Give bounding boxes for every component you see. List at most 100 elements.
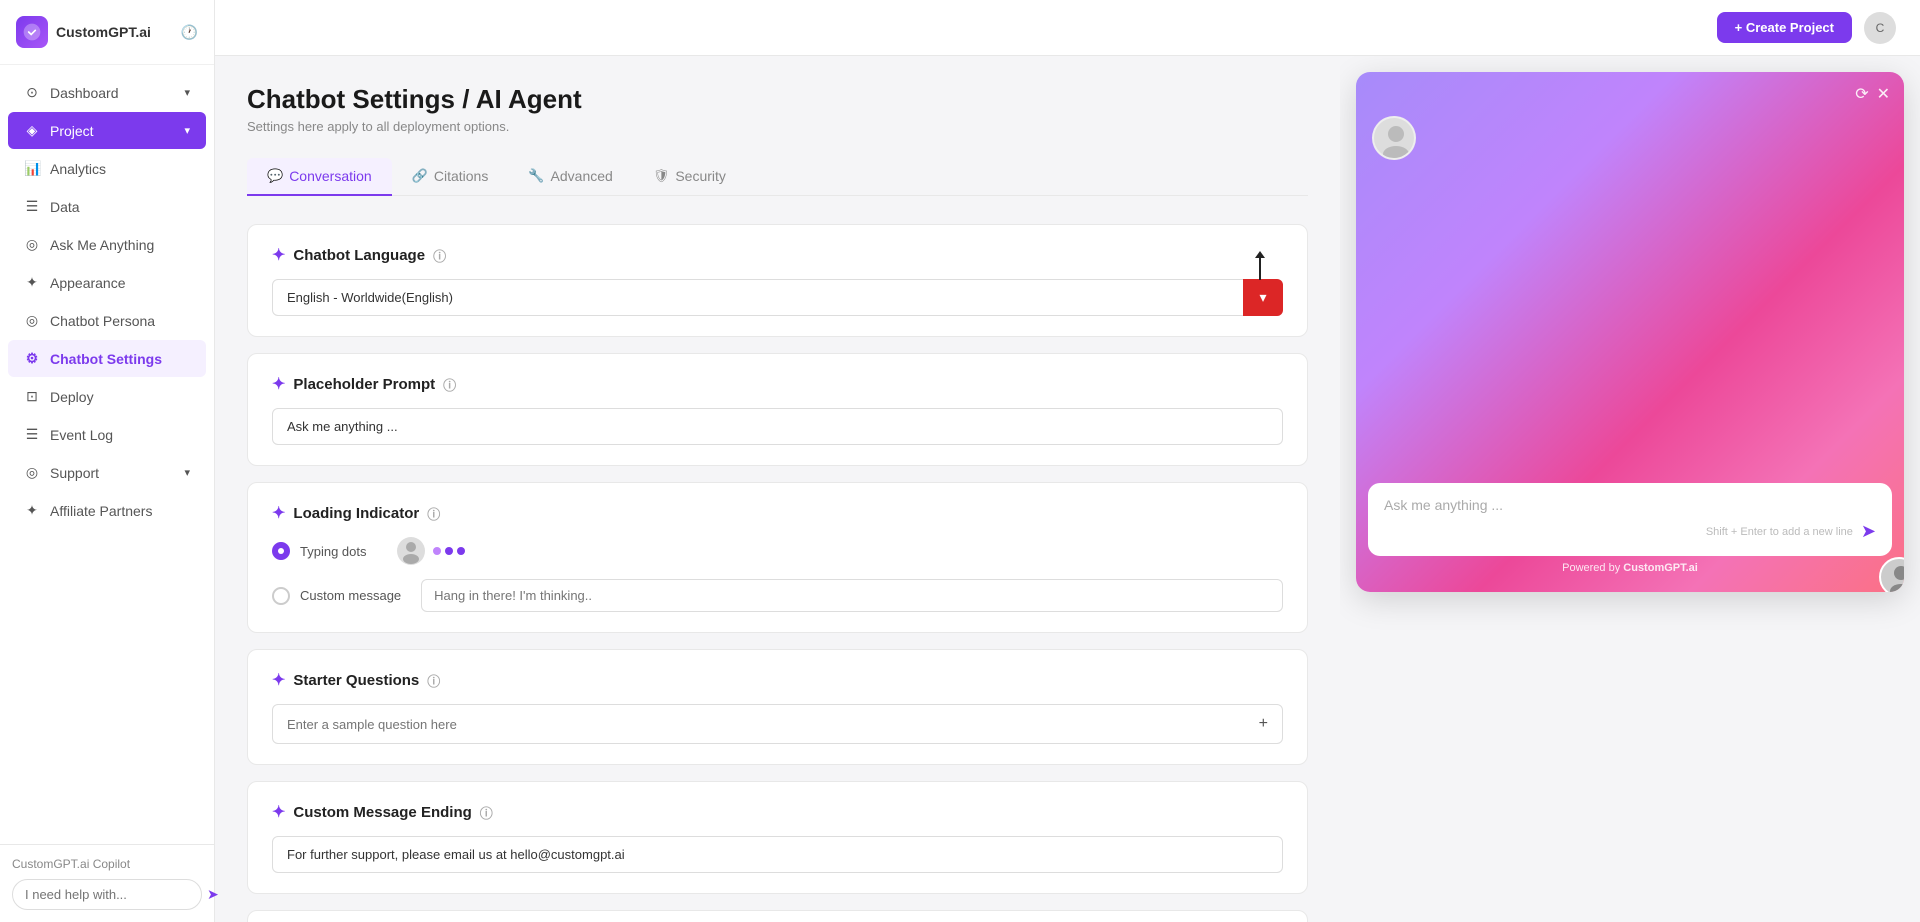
info-icon[interactable]: ⓘ [443,375,456,394]
tab-label: Advanced [551,168,613,184]
tabs: 💬 Conversation 🔗 Citations 🔧 Advanced 🛡 … [247,158,1308,196]
sidebar-item-label: Ask Me Anything [50,237,154,253]
analytics-icon: 📊 [24,160,40,177]
sidebar-item-chatbot-persona[interactable]: ◎ Chatbot Persona [8,302,206,339]
data-icon: ☰ [24,198,40,215]
sidebar-item-dashboard[interactable]: ⊙ Dashboard ▾ [8,74,206,111]
error-message-section: ✦ Error Message ⓘ [247,910,1308,922]
sidebar-item-event-log[interactable]: ☰ Event Log [8,416,206,453]
starter-question-wrap: + [272,704,1283,744]
sidebar-item-deploy[interactable]: ⊡ Deploy [8,378,206,415]
input-hint: Shift + Enter to add a new line [1706,526,1853,538]
ask-icon: ◎ [24,236,40,253]
tab-advanced[interactable]: 🔧 Advanced [508,158,632,196]
tab-security[interactable]: 🛡 Security [633,158,746,196]
info-icon[interactable]: ⓘ [433,246,446,265]
sidebar-item-label: Data [50,199,80,215]
affiliate-icon: ✦ [24,502,40,519]
sidebar-item-chatbot-settings[interactable]: ⚙ Chatbot Settings [8,340,206,377]
section-header: ✦ Custom Message Ending ⓘ [272,802,1283,822]
persona-icon: ◎ [24,312,40,329]
tab-label: Citations [434,168,488,184]
preview-panel: ⟳ ✕ Ask me anything ... Shift + Enter to… [1340,56,1920,922]
section-title: Chatbot Language [293,247,425,264]
appearance-icon: ✦ [24,274,40,291]
sidebar: CustomGPT.ai 🕐 ⊙ Dashboard ▾ ◈ Project ▾… [0,0,215,922]
sidebar-item-label: Event Log [50,427,113,443]
dashboard-icon: ⊙ [24,84,40,101]
copilot-input-wrap: ➤ [12,879,202,910]
sidebar-item-appearance[interactable]: ✦ Appearance [8,264,206,301]
copilot-input[interactable] [25,887,201,902]
support-icon: ◎ [24,464,40,481]
sidebar-item-data[interactable]: ☰ Data [8,188,206,225]
info-icon[interactable]: ⓘ [480,803,493,822]
send-button-preview[interactable]: ➤ [1861,521,1876,542]
chat-input-box: Ask me anything ... Shift + Enter to add… [1368,483,1892,556]
sidebar-item-label: Deploy [50,389,94,405]
starter-question-input[interactable] [287,717,1259,732]
security-tab-icon: 🛡 [653,168,670,184]
custom-message-ending-input[interactable] [272,836,1283,873]
sparkle-icon: ✦ [272,374,285,394]
sidebar-item-label: Support [50,465,99,481]
tab-citations[interactable]: 🔗 Citations [392,158,509,196]
sidebar-nav: ⊙ Dashboard ▾ ◈ Project ▾ 📊 Analytics ☰ … [0,65,214,844]
sidebar-item-label: Affiliate Partners [50,503,152,519]
avatar-preview [397,537,425,565]
sidebar-item-affiliate-partners[interactable]: ✦ Affiliate Partners [8,492,206,529]
refresh-icon[interactable]: ⟳ [1855,84,1868,104]
chat-input-footer: Shift + Enter to add a new line ➤ [1384,521,1876,542]
settings-icon: ⚙ [24,350,40,367]
typing-dots-label: Typing dots [300,544,367,559]
placeholder-prompt-input[interactable] [272,408,1283,445]
sidebar-item-label: Analytics [50,161,106,177]
language-select-wrapper: English - Worldwide(English) ▾ [272,279,1283,316]
tab-label: Security [675,168,726,184]
sidebar-item-analytics[interactable]: 📊 Analytics [8,150,206,187]
create-project-button[interactable]: + Create Project [1717,12,1852,43]
sparkle-icon: ✦ [272,670,285,690]
page-content: Chatbot Settings / AI Agent Settings her… [215,56,1920,922]
custom-message-radio[interactable] [272,587,290,605]
event-log-icon: ☰ [24,426,40,443]
tab-label: Conversation [289,168,372,184]
logo-text: CustomGPT.ai [56,24,151,40]
section-title: Custom Message Ending [293,804,471,821]
custom-message-input[interactable] [421,579,1283,612]
chevron-down-icon: ▾ [184,466,190,479]
sidebar-item-project[interactable]: ◈ Project ▾ [8,112,206,149]
sidebar-item-ask-me-anything[interactable]: ◎ Ask Me Anything [8,226,206,263]
starter-questions-section: ✦ Starter Questions ⓘ + [247,649,1308,765]
sparkle-icon: ✦ [272,802,285,822]
copilot-label: CustomGPT.ai Copilot [12,857,202,871]
language-select[interactable]: English - Worldwide(English) [272,279,1283,316]
sidebar-item-support[interactable]: ◎ Support ▾ [8,454,206,491]
logo-icon [16,16,48,48]
close-preview-icon[interactable]: ✕ [1877,84,1890,104]
info-icon[interactable]: ⓘ [427,671,440,690]
sidebar-item-label: Dashboard [50,85,119,101]
chatbot-language-section: ✦ Chatbot Language ⓘ English - Worldwide… [247,224,1308,337]
typing-dots-radio[interactable] [272,542,290,560]
tab-conversation[interactable]: 💬 Conversation [247,158,392,196]
section-header: ✦ Loading Indicator ⓘ [272,503,1283,523]
sidebar-logo: CustomGPT.ai 🕐 [0,0,214,65]
settings-panel: Chatbot Settings / AI Agent Settings her… [215,56,1340,922]
placeholder-prompt-section: ✦ Placeholder Prompt ⓘ [247,353,1308,466]
chevron-down-icon: ▾ [184,86,190,99]
chevron-down-icon: ▾ [184,124,190,137]
section-header: ✦ Chatbot Language ⓘ [272,245,1283,265]
dropdown-arrow[interactable]: ▾ [1243,279,1283,316]
typing-dots-option: Typing dots [272,537,1283,565]
custom-message-label: Custom message [300,588,401,603]
typing-dots-preview [397,537,465,565]
user-avatar: C [1864,12,1896,44]
page-subtitle: Settings here apply to all deployment op… [247,119,1308,134]
section-title: Loading Indicator [293,505,419,522]
custom-message-option: Custom message [272,579,1283,612]
chatbot-avatar [1372,116,1416,160]
copilot-section: CustomGPT.ai Copilot ➤ [0,844,214,922]
info-icon[interactable]: ⓘ [427,504,440,523]
add-icon[interactable]: + [1259,715,1268,733]
